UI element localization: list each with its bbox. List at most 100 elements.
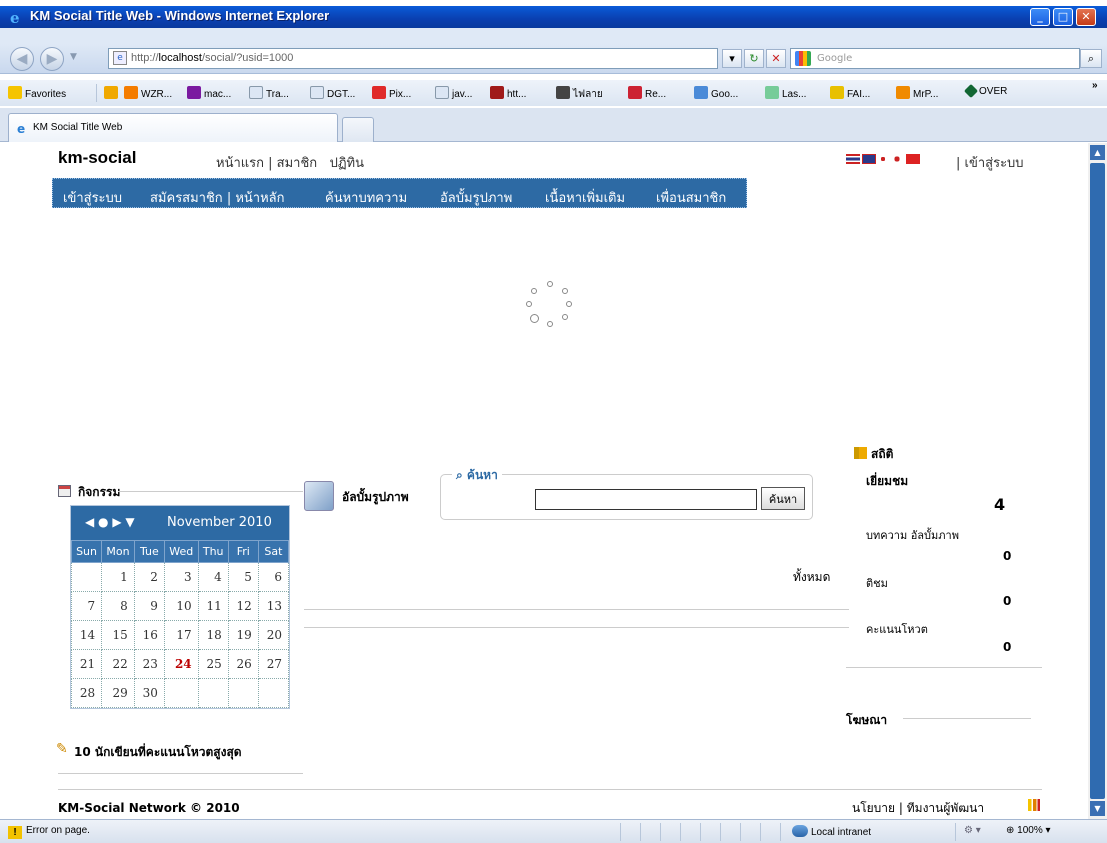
divider bbox=[118, 491, 303, 492]
close-button[interactable]: ✕ bbox=[1076, 8, 1096, 26]
favorite-item[interactable]: Las... bbox=[765, 86, 806, 100]
calendar-day[interactable]: 17 bbox=[163, 620, 199, 650]
top-writers-title[interactable]: 10 นักเขียนที่คะแนนโหวตสูงสุด bbox=[74, 743, 242, 762]
address-input[interactable]: e http://localhost/social/?usid=1000 bbox=[108, 48, 718, 69]
new-tab-button[interactable] bbox=[342, 117, 374, 142]
error-status[interactable]: ! Error on page. bbox=[8, 825, 90, 839]
site-brand[interactable]: km-social bbox=[58, 148, 136, 168]
nav-photo-album[interactable]: อัลบั้มรูปภาพ bbox=[440, 187, 512, 208]
scroll-thumb[interactable] bbox=[1090, 163, 1105, 799]
calendar-day[interactable]: 19 bbox=[227, 620, 259, 650]
flag-thai-icon[interactable] bbox=[846, 154, 860, 164]
calendar-day[interactable]: 14 bbox=[70, 620, 103, 650]
favorite-item[interactable]: htt... bbox=[490, 86, 526, 100]
zone-status: Local intranet bbox=[792, 825, 871, 838]
more-favorites-icon[interactable]: » bbox=[1092, 80, 1098, 91]
flag-korea-icon[interactable] bbox=[890, 154, 904, 164]
calendar-day[interactable]: 4 bbox=[197, 562, 229, 592]
calendar-day[interactable]: 29 bbox=[101, 678, 135, 708]
address-dropdown-icon[interactable]: ▾ bbox=[722, 49, 742, 68]
calendar-day[interactable]: 30 bbox=[133, 678, 165, 708]
calendar-day[interactable]: 24 bbox=[163, 649, 199, 679]
top-link-members[interactable]: สมาชิก bbox=[277, 156, 318, 171]
add-favorite-icon[interactable] bbox=[104, 86, 121, 100]
calendar-day[interactable]: 22 bbox=[101, 649, 135, 679]
favorite-item[interactable]: Goo... bbox=[694, 86, 738, 100]
calendar-day[interactable]: 11 bbox=[197, 591, 229, 621]
calendar-day[interactable]: 12 bbox=[227, 591, 259, 621]
calendar-day[interactable]: 10 bbox=[163, 591, 199, 621]
calendar-day[interactable]: 16 bbox=[133, 620, 165, 650]
nav-more-content[interactable]: เนื้อหาเพิ่มเติม bbox=[545, 187, 625, 208]
back-button[interactable]: ◀ bbox=[10, 47, 34, 71]
forward-button[interactable]: ▶ bbox=[40, 47, 64, 71]
calendar-day[interactable]: 3 bbox=[163, 562, 199, 592]
history-dropdown-icon[interactable]: ▼ bbox=[70, 52, 77, 62]
favorites-button[interactable]: Favorites bbox=[8, 86, 66, 100]
zoom-control[interactable]: ⊕ 100% ▾ bbox=[1006, 825, 1051, 836]
top-link-home[interactable]: หน้าแรก bbox=[216, 156, 264, 171]
calendar-day[interactable]: 27 bbox=[257, 649, 290, 679]
calendar-day[interactable]: 21 bbox=[70, 649, 103, 679]
favorite-item[interactable]: jav... bbox=[435, 86, 472, 100]
flag-china-icon[interactable] bbox=[906, 154, 920, 164]
calendar-day[interactable]: 25 bbox=[197, 649, 229, 679]
favorite-item[interactable]: WZR... bbox=[124, 86, 172, 100]
favorite-item[interactable]: FAI... bbox=[830, 86, 870, 100]
dev-team-link[interactable]: ทีมงานผู้พัฒนา bbox=[907, 801, 984, 815]
calendar-day[interactable]: 8 bbox=[101, 591, 135, 621]
tab-km-social[interactable]: e KM Social Title Web bbox=[8, 113, 338, 142]
favorite-item[interactable]: DGT... bbox=[310, 86, 355, 100]
vertical-scrollbar[interactable]: ▲ ▼ bbox=[1088, 143, 1107, 819]
calendar-day[interactable]: 26 bbox=[227, 649, 259, 679]
search-engine-input[interactable]: Google bbox=[790, 48, 1080, 69]
nav-member-friends[interactable]: เพื่อนสมาชิก bbox=[656, 187, 726, 208]
calendar-day[interactable]: 28 bbox=[70, 678, 103, 708]
calendar-day[interactable]: 5 bbox=[227, 562, 259, 592]
calendar-day[interactable]: 9 bbox=[133, 591, 165, 621]
calendar-nav-icons[interactable]: ◀ ● ▶ ▼ bbox=[85, 515, 135, 529]
all-label[interactable]: ทั้งหมด bbox=[793, 568, 830, 587]
search-button[interactable]: ค้นหา bbox=[761, 487, 805, 510]
stop-icon[interactable]: ✕ bbox=[766, 49, 786, 68]
search-go-icon[interactable]: ⌕ bbox=[1080, 49, 1102, 68]
scroll-down-icon[interactable]: ▼ bbox=[1090, 801, 1105, 816]
calendar-day[interactable]: 2 bbox=[133, 562, 165, 592]
album-title[interactable]: อัลบั้มรูปภาพ bbox=[342, 488, 409, 507]
policy-link[interactable]: นโยบาย bbox=[852, 801, 895, 815]
calendar-day[interactable]: 1 bbox=[101, 562, 135, 592]
flag-japan-icon[interactable] bbox=[878, 154, 888, 164]
favorite-item[interactable]: MrP... bbox=[896, 86, 938, 100]
favorite-item[interactable]: Pix... bbox=[372, 86, 411, 100]
calendar-day[interactable]: 23 bbox=[133, 649, 165, 679]
scroll-up-icon[interactable]: ▲ bbox=[1090, 145, 1105, 160]
divider bbox=[903, 718, 1031, 719]
title-gap bbox=[0, 28, 1107, 44]
protected-mode-icon[interactable]: ⚙ ▾ bbox=[964, 825, 981, 836]
search-input[interactable] bbox=[535, 489, 757, 510]
favorite-item[interactable]: Re... bbox=[628, 86, 666, 100]
calendar-day[interactable]: 18 bbox=[197, 620, 229, 650]
calendar-week-row: 21 22 23 24 25 26 27 bbox=[70, 649, 290, 679]
favorite-item[interactable]: Tra... bbox=[249, 86, 289, 100]
articles-label: บทความ อัลบั้มภาพ bbox=[866, 529, 959, 542]
favorite-item[interactable]: ไฟลาย bbox=[556, 86, 603, 102]
calendar-day[interactable]: 7 bbox=[70, 591, 103, 621]
calendar-day[interactable]: 20 bbox=[257, 620, 290, 650]
maximize-button[interactable]: □ bbox=[1053, 8, 1073, 26]
favorite-item[interactable]: mac... bbox=[187, 86, 231, 100]
calendar-day[interactable]: 13 bbox=[257, 591, 290, 621]
calendar-week-row: 14 15 16 17 18 19 20 bbox=[70, 620, 290, 650]
flag-uk-icon[interactable] bbox=[862, 154, 876, 164]
nav-login[interactable]: เข้าสู่ระบบ bbox=[63, 187, 122, 208]
calendar-day[interactable]: 15 bbox=[101, 620, 135, 650]
loading-spinner-icon bbox=[526, 281, 576, 331]
top-link-calendar[interactable]: ปฏิทิน bbox=[330, 156, 364, 171]
nav-register-home[interactable]: สมัครสมาชิก | หน้าหลัก bbox=[150, 187, 285, 208]
refresh-icon[interactable]: ↻ bbox=[744, 49, 764, 68]
calendar-day[interactable]: 6 bbox=[257, 562, 290, 592]
favorite-item[interactable]: OVER bbox=[963, 83, 1007, 99]
nav-search-articles[interactable]: ค้นหาบทความ bbox=[325, 187, 407, 208]
minimize-button[interactable]: _ bbox=[1030, 8, 1050, 26]
login-link[interactable]: เข้าสู่ระบบ bbox=[965, 156, 1024, 171]
